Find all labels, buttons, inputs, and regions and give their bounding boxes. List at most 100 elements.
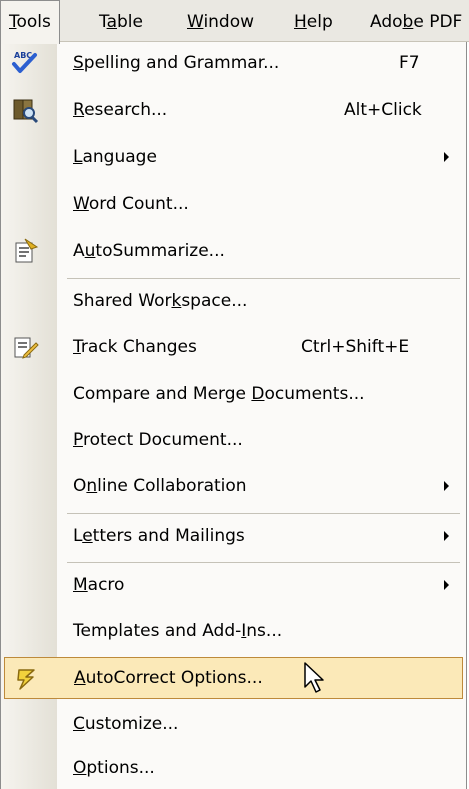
menu-item-label-post: space... <box>181 291 248 311</box>
menu-item-mnemonic: A <box>74 668 86 688</box>
menu-item-label: Research... <box>73 89 167 131</box>
menu-item-mnemonic: W <box>73 194 89 214</box>
menu-item-mnemonic: n <box>86 476 98 496</box>
menu-item-label: Protect Document... <box>73 419 243 461</box>
menu-item-label-pre: A <box>73 241 85 261</box>
research-book-icon <box>13 99 39 124</box>
menubar-tools-post: ools <box>16 12 51 32</box>
menu-item-label: Track Changes <box>73 326 197 368</box>
menu-item-label-post: rack Changes <box>80 337 197 357</box>
menu-item-label-post: ord Count... <box>88 194 189 214</box>
submenu-arrow-icon <box>444 152 449 162</box>
menu-item-label-pre: L <box>73 526 83 546</box>
menu-item-macro[interactable]: Macro <box>1 564 466 606</box>
menubar-table-post: ble <box>117 12 143 32</box>
menu-item-shared-workspace[interactable]: Shared Workspace... <box>1 280 466 322</box>
menu-item-mnemonic: C <box>73 714 85 734</box>
menu-item-mnemonic: R <box>73 100 85 120</box>
menu-item-track-changes[interactable]: Track Changes Ctrl+Shift+E <box>1 326 466 368</box>
menu-item-label: Word Count... <box>73 183 189 225</box>
menu-item-shortcut: Ctrl+Shift+E <box>301 337 410 357</box>
menubar-adobe-pdf-pre: Ado <box>370 12 403 32</box>
menu-item-word-count[interactable]: Word Count... <box>1 183 466 225</box>
menubar-adobe-pdf-post: e PDF <box>413 12 463 32</box>
menu-item-shortcut: F7 <box>399 53 420 73</box>
menu-item-mnemonic: e <box>82 526 93 546</box>
menu-item-label-post: anguage <box>82 147 157 167</box>
menubar-table-pre: T <box>99 12 107 32</box>
menu-item-mnemonic: P <box>73 430 83 450</box>
menu-item-label-post: tters and Mailings <box>92 526 245 546</box>
track-changes-icon <box>14 337 39 359</box>
mouse-cursor-icon <box>304 662 324 693</box>
menubar-window[interactable]: Window <box>187 10 254 34</box>
menu-item-label-pre: O <box>73 476 87 496</box>
menu-item-letters-and-mailings[interactable]: Letters and Mailings <box>1 515 466 557</box>
menubar-tools-mnemonic: T <box>9 12 17 32</box>
menu-item-customize[interactable]: Customize... <box>1 703 466 745</box>
menu-item-label: Letters and Mailings <box>73 515 245 557</box>
menu-item-autocorrect-options[interactable]: AutoCorrect Options... <box>4 657 463 699</box>
menu-item-label-pre: Compare and Merge <box>73 384 252 404</box>
menu-item-autosummarize[interactable]: AutoSummarize... <box>1 230 466 272</box>
menubar-adobe-pdf[interactable]: Adobe PDF <box>370 10 462 34</box>
menu-item-label-post: utoCorrect Options... <box>85 668 263 688</box>
menu-item-protect-document[interactable]: Protect Document... <box>1 419 466 461</box>
autocorrect-lightning-icon <box>17 669 35 690</box>
autosummarize-icon <box>15 238 39 263</box>
submenu-arrow-icon <box>444 531 449 541</box>
menu-item-language[interactable]: Language <box>1 136 466 178</box>
menu-bar: Tools Table Window Help Adobe PDF <box>0 0 469 44</box>
menu-item-label: Online Collaboration <box>73 465 247 507</box>
menu-item-mnemonic: D <box>251 384 265 404</box>
menu-item-label-pre: Templates and Add- <box>73 621 242 641</box>
menubar-help[interactable]: Help <box>294 10 333 34</box>
menu-item-compare-and-merge[interactable]: Compare and Merge Documents... <box>1 373 466 415</box>
menu-item-options[interactable]: Options... <box>1 747 466 789</box>
menu-item-spelling-and-grammar[interactable]: ABC Spelling and Grammar... F7 <box>1 42 466 84</box>
menu-item-research[interactable]: Research... Alt+Click <box>1 89 466 131</box>
menu-item-mnemonic: u <box>84 241 96 261</box>
menu-separator <box>67 513 460 514</box>
tools-menu: ABC Spelling and Grammar... F7 Research.… <box>0 42 467 789</box>
menu-item-online-collaboration[interactable]: Online Collaboration <box>1 465 466 507</box>
spelling-check-icon: ABC <box>12 51 37 73</box>
submenu-arrow-icon <box>444 481 449 491</box>
menu-item-label-post: toSummarize... <box>95 241 225 261</box>
menubar-tools[interactable]: Tools <box>0 0 60 44</box>
menubar-table-mnemonic: a <box>106 12 117 32</box>
menu-item-mnemonic: M <box>73 575 88 595</box>
menu-item-mnemonic: T <box>73 337 81 357</box>
menu-item-label-post: line Collaboration <box>97 476 247 496</box>
menu-item-mnemonic: O <box>73 758 87 778</box>
menu-separator <box>67 278 460 279</box>
menu-item-label-post: ns... <box>246 621 283 641</box>
menu-item-label-post: pelling and Grammar... <box>83 53 280 73</box>
menu-item-label: Templates and Add-Ins... <box>73 610 282 652</box>
menu-item-mnemonic: S <box>73 53 84 73</box>
menubar-window-mnemonic: W <box>187 12 204 32</box>
menu-separator <box>67 562 460 563</box>
menu-item-label-post: ustomize... <box>84 714 179 734</box>
menu-item-label: Macro <box>73 564 124 606</box>
menu-item-label: Spelling and Grammar... <box>73 42 279 84</box>
menubar-help-post: elp <box>306 12 333 32</box>
menu-item-label: Language <box>73 136 157 178</box>
menu-item-label-post: ptions... <box>86 758 155 778</box>
menu-item-label-post: esearch... <box>84 100 168 120</box>
menu-item-label: Compare and Merge Documents... <box>73 373 365 415</box>
menu-item-label-post: ocuments... <box>264 384 365 404</box>
menubar-window-post: indow <box>203 12 255 32</box>
menu-item-label-post: acro <box>87 575 125 595</box>
menu-item-templates-and-add-ins[interactable]: Templates and Add-Ins... <box>1 610 466 652</box>
menu-item-label: Shared Workspace... <box>73 280 247 322</box>
menu-item-label: AutoSummarize... <box>73 230 225 272</box>
menu-item-label-post: rotect Document... <box>82 430 243 450</box>
menubar-table[interactable]: Table <box>99 10 143 34</box>
menu-item-shortcut: Alt+Click <box>344 100 422 120</box>
menu-item-mnemonic: k <box>171 291 182 311</box>
menu-item-label-pre: Shared Wor <box>73 291 172 311</box>
menubar-adobe-pdf-mnemonic: b <box>402 12 414 32</box>
menu-item-label: AutoCorrect Options... <box>74 658 263 698</box>
menubar-help-mnemonic: H <box>294 12 307 32</box>
